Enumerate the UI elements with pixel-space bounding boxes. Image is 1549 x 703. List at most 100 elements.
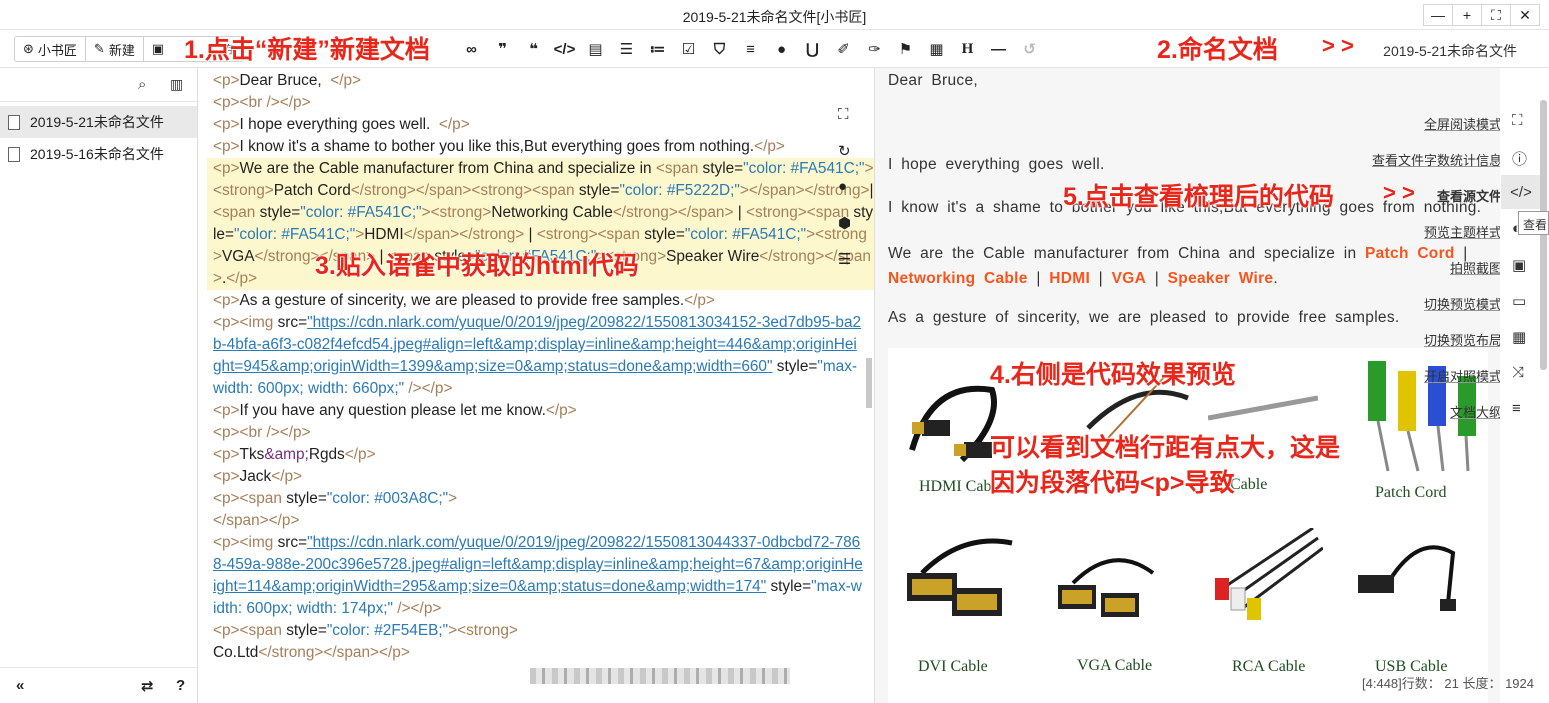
code-token: Jack: [239, 468, 272, 485]
camera-icon[interactable]: ▣: [1512, 256, 1526, 274]
code-line[interactable]: <p><img src="https://cdn.nlark.com/yuque…: [213, 532, 863, 620]
ordered-list-icon[interactable]: ☰: [611, 38, 642, 60]
window-title: 2019-5-21未命名文件[小书匠]: [682, 9, 867, 25]
minimize-button[interactable]: —: [1423, 4, 1453, 26]
code-token: <p><img: [213, 314, 278, 331]
menu-fullscreen-read[interactable]: 全屏阅读模式: [1424, 114, 1500, 133]
menu-word-count[interactable]: 查看文件字数统计信息: [1372, 150, 1500, 169]
code-token: <p>: [213, 402, 240, 419]
file-doc-icon: [8, 114, 20, 130]
code-token: Rgds: [308, 446, 345, 463]
edit-note-alt-icon[interactable]: ✑: [859, 38, 890, 60]
menu-preview-layout[interactable]: 切换预览布局: [1424, 330, 1500, 349]
code-line[interactable]: <p>If you have any question please let m…: [213, 400, 863, 422]
undo-icon[interactable]: ↺: [1014, 38, 1045, 60]
code-token: </p>: [545, 402, 577, 419]
code-token: </span></strong>: [403, 226, 525, 243]
new-window-button[interactable]: +: [1452, 4, 1482, 26]
history-icon[interactable]: ↻: [838, 142, 851, 178]
code-icon[interactable]: </>: [1501, 175, 1541, 209]
code-line[interactable]: <p>Dear Bruce, </p>: [213, 70, 863, 92]
table-icon[interactable]: ▦: [921, 38, 952, 60]
menu-preview-mode[interactable]: 切换预览模式: [1424, 294, 1500, 313]
new-doc-icon: ✎: [93, 41, 105, 56]
link-icon[interactable]: ∞: [456, 38, 487, 60]
code-line[interactable]: <p><span style="color: #2F54EB;"><strong…: [213, 620, 863, 642]
monitor-icon[interactable]: ▭: [1512, 292, 1526, 310]
code-line[interactable]: <p>Tks&amp;Rgds</p>: [213, 444, 863, 466]
maximize-button[interactable]: ⛶: [1481, 4, 1511, 26]
title-bar: 2019-5-21未命名文件[小书匠] — + ⛶ ✕: [0, 0, 1549, 30]
status-bar: [4:448]行数： 21 长度： 1924: [1362, 676, 1534, 691]
code-token: </strong></span><strong><span: [350, 182, 579, 199]
code-token: <span: [655, 160, 703, 177]
hr-icon[interactable]: —: [983, 38, 1014, 60]
fullscreen-icon[interactable]: ⛶: [838, 106, 851, 142]
drop-icon[interactable]: ●: [838, 178, 851, 214]
shuffle-icon[interactable]: ⤨: [1512, 364, 1524, 381]
code-token: <p>: [213, 446, 240, 463]
quote-close-icon[interactable]: ❝: [518, 38, 549, 60]
code-icon[interactable]: </>: [549, 38, 580, 60]
fullscreen-icon[interactable]: ⛶: [1512, 112, 1523, 129]
menu-screenshot[interactable]: 拍照截图: [1450, 258, 1500, 277]
search-icon[interactable]: ⌕: [138, 76, 146, 93]
code-line[interactable]: <p><br /></p>: [213, 92, 863, 114]
new-button[interactable]: ✎ 新建: [86, 37, 144, 61]
code-token: "color: #F5222D;": [619, 182, 740, 199]
code-token: <p><br /></p>: [213, 94, 311, 111]
code-token: Patch Cord: [273, 182, 351, 199]
swap-button[interactable]: ⇄: [141, 677, 154, 695]
code-line[interactable]: <p>Jack</p>: [213, 466, 863, 488]
help-button[interactable]: ?: [176, 677, 185, 694]
editor-side-tools: ⛶ ↻ ● ⬢ ☰: [838, 106, 851, 286]
code-line[interactable]: <p><br /></p>: [213, 422, 863, 444]
menu-compare-mode[interactable]: 开启对照模式: [1424, 366, 1500, 385]
file-item[interactable]: 2019-5-21未命名文件: [0, 106, 197, 138]
code-token: </p>: [754, 138, 785, 155]
document-name[interactable]: 2019-5-21未命名文件: [1383, 41, 1517, 61]
code-line[interactable]: <p><span style="color: #003A8C;">: [213, 488, 863, 510]
clock-icon[interactable]: ●: [766, 38, 797, 60]
editor-scrollbar[interactable]: [866, 358, 872, 408]
close-button[interactable]: ✕: [1510, 4, 1540, 26]
preview-scrollbar[interactable]: [1540, 100, 1547, 370]
editor-content[interactable]: <p>Dear Bruce, </p> <p><br /></p> <p>I hop…: [207, 70, 874, 664]
layout-icon[interactable]: ▦: [1512, 328, 1526, 346]
briefcase-icon[interactable]: ▥: [170, 76, 183, 93]
html5-icon[interactable]: ⛉: [704, 38, 735, 60]
format-toolbar: ∞ ❞ ❝ </> ▤ ☰ ≔ ☑ ⛉ ≡ ● ⋃ ✐ ✑ ⚑ ▦ H — ↺: [456, 38, 1045, 60]
collapse-sidebar-button[interactable]: «: [16, 677, 24, 694]
code-token: ><strong>: [448, 622, 518, 639]
heading-icon[interactable]: H: [952, 38, 983, 60]
code-line[interactable]: <p>I know it's a shame to bother you lik…: [213, 136, 863, 158]
code-line[interactable]: </span></p>: [213, 510, 863, 532]
unordered-list-icon[interactable]: ≔: [642, 38, 673, 60]
code-editor[interactable]: <p>Dear Bruce, </p> <p><br /></p> <p>I hop…: [198, 68, 874, 703]
flag-icon[interactable]: ⚑: [890, 38, 921, 60]
task-list-icon[interactable]: ☑: [673, 38, 704, 60]
menu-view-source[interactable]: 查看源文件: [1437, 186, 1500, 205]
code-line[interactable]: Co.Ltd</strong></span></p>: [213, 642, 863, 664]
menu-preview-theme[interactable]: 预览主题样式: [1424, 222, 1500, 241]
annotation-step2: 2.命名文档: [1157, 36, 1278, 64]
menu-outline[interactable]: 文档大纲: [1450, 402, 1500, 421]
align-icon[interactable]: ≡: [735, 38, 766, 60]
package-icon[interactable]: ⬢: [838, 214, 851, 250]
code-token: <p><br /></p>: [213, 424, 311, 441]
file-item[interactable]: 2019-5-16未命名文件: [0, 138, 197, 170]
outline-icon[interactable]: ≡: [1512, 400, 1521, 417]
quote-open-icon[interactable]: ❞: [487, 38, 518, 60]
app-menu-button[interactable]: ⊛ 小书匠: [15, 37, 86, 61]
code-token: &amp;: [264, 446, 309, 463]
menu-icon[interactable]: ☰: [838, 250, 851, 286]
code-line[interactable]: <p>I hope everything goes well. </p>: [213, 114, 863, 136]
file-icon[interactable]: ▤: [580, 38, 611, 60]
magnet-icon[interactable]: ⋃: [797, 38, 828, 60]
code-line[interactable]: <p><img src="https://cdn.nlark.com/yuque…: [213, 312, 863, 400]
info-icon[interactable]: ⓘ: [1512, 148, 1527, 169]
code-token: </p>: [438, 116, 470, 133]
code-token: </p>: [344, 446, 376, 463]
code-line[interactable]: <p>As a gesture of sincerity, we are ple…: [213, 290, 863, 312]
edit-note-icon[interactable]: ✐: [828, 38, 859, 60]
